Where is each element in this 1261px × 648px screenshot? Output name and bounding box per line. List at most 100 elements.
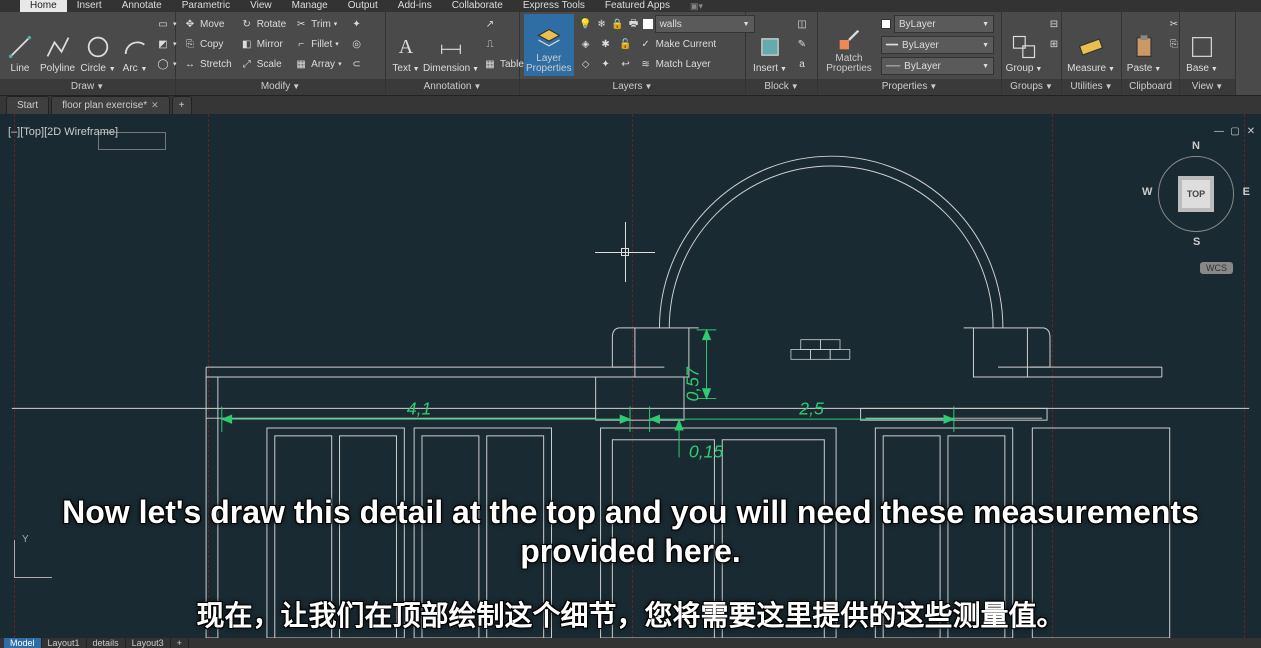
viewcube-south[interactable]: S <box>1193 236 1200 248</box>
layer-btn-1[interactable]: ◈ <box>576 34 596 54</box>
polyline-button[interactable]: Polyline <box>38 14 77 76</box>
array-button[interactable]: ▦Array ▾ <box>291 54 344 74</box>
modify-extra-2[interactable]: ◎ <box>347 34 367 54</box>
layer-plot-icon[interactable]: 🖶 <box>627 17 641 31</box>
wcs-badge[interactable]: WCS <box>1200 262 1233 274</box>
layer-thaw-icon: ✱ <box>599 37 613 51</box>
layer-btn-4[interactable]: ✦ <box>596 54 616 74</box>
group-icon <box>1010 33 1038 61</box>
line-button[interactable]: Line <box>4 14 36 76</box>
panel-draw: Line Polyline Circle ▼ Arc ▼ ▭▾ ◩▾ ◯▾ Dr… <box>0 12 176 95</box>
modify-extra-1[interactable]: ✦ <box>347 14 367 34</box>
rotate-button[interactable]: ↻Rotate <box>237 14 289 34</box>
menu-tab-output[interactable]: Output <box>338 0 388 12</box>
menu-tab-home[interactable]: Home <box>20 0 67 12</box>
cut-icon: ✂ <box>1167 17 1181 31</box>
menu-overflow-icon[interactable]: ▣▾ <box>690 1 703 12</box>
insert-button[interactable]: Insert ▼ <box>750 14 790 76</box>
menu-tab-annotate[interactable]: Annotate <box>112 0 172 12</box>
close-viewport-icon[interactable]: ✕ <box>1245 126 1257 138</box>
minimize-icon[interactable]: — <box>1213 126 1225 138</box>
panel-title-modify[interactable]: Modify▼ <box>176 79 385 95</box>
text-button[interactable]: A Text ▼ <box>390 14 422 76</box>
menu-tab-manage[interactable]: Manage <box>282 0 338 12</box>
block-attr-button[interactable]: a <box>792 54 812 74</box>
current-layer-dropdown[interactable]: walls▼ <box>655 15 755 33</box>
group-button[interactable]: Group ▼ <box>1006 14 1042 76</box>
menu-tab-addins[interactable]: Add-ins <box>388 0 442 12</box>
dimension-icon <box>437 33 465 61</box>
viewcube-west[interactable]: W <box>1142 186 1152 198</box>
modify-extra-3[interactable]: ⊂ <box>347 54 367 74</box>
menu-tab-parametric[interactable]: Parametric <box>172 0 240 12</box>
panel-title-annotation[interactable]: Annotation▼ <box>386 79 519 95</box>
new-tab-button[interactable]: + <box>172 96 192 114</box>
make-current-button[interactable]: ✓Make Current <box>636 34 758 54</box>
scale-button[interactable]: ⤢Scale <box>237 54 289 74</box>
layer-freeze-icon[interactable]: ❄ <box>595 17 609 31</box>
menu-tab-featured-apps[interactable]: Featured Apps <box>595 0 680 12</box>
panel-title-draw[interactable]: Draw▼ <box>0 79 175 95</box>
fillet-button[interactable]: ⌐Fillet ▾ <box>291 34 344 54</box>
viewport-label[interactable]: [–][Top][2D Wireframe] <box>8 126 118 138</box>
panel-title-block[interactable]: Block▼ <box>746 79 817 95</box>
status-tab-details[interactable]: details <box>87 638 126 648</box>
measure-button[interactable]: Measure ▼ <box>1066 14 1116 76</box>
copy-button[interactable]: ⎘Copy <box>180 34 235 54</box>
lineweight-dropdown[interactable]: ━━ByLayer▼ <box>878 35 997 55</box>
layer-btn-5[interactable]: 🔓 <box>616 34 636 54</box>
viewcube[interactable]: TOP N S E W <box>1146 144 1246 244</box>
match-properties-button[interactable]: Match Properties <box>822 14 876 76</box>
base-button[interactable]: Base ▼ <box>1184 14 1220 76</box>
viewcube-north[interactable]: N <box>1192 140 1200 152</box>
status-tab-model[interactable]: Model <box>4 638 42 648</box>
viewcube-east[interactable]: E <box>1243 186 1250 198</box>
offset-icon: ◎ <box>350 37 364 51</box>
menu-tab-insert[interactable]: Insert <box>67 0 112 12</box>
arc-button[interactable]: Arc ▼ <box>119 14 151 76</box>
layer-btn-2[interactable]: ◇ <box>576 54 596 74</box>
menu-tab-view[interactable]: View <box>240 0 282 12</box>
panel-title-clipboard[interactable]: Clipboard <box>1122 79 1179 95</box>
match-layer-button[interactable]: ≋Match Layer <box>636 54 758 74</box>
maximize-icon[interactable]: ▢ <box>1229 126 1241 138</box>
circle-button[interactable]: Circle ▼ <box>79 14 117 76</box>
drawing-canvas[interactable]: [–][Top][2D Wireframe] — ▢ ✕ TOP N S E W… <box>0 114 1261 638</box>
panel-groups: Group ▼ ⊟ ⊞ Groups▼ <box>1002 12 1062 95</box>
polyline-icon <box>44 33 72 61</box>
status-tab-layout3[interactable]: Layout3 <box>126 638 171 648</box>
panel-title-layers[interactable]: Layers▼ <box>520 79 745 95</box>
layer-properties-button[interactable]: Layer Properties <box>524 14 574 76</box>
block-edit-button[interactable]: ✎ <box>792 34 812 54</box>
paste-button[interactable]: Paste ▼ <box>1126 14 1162 76</box>
panel-title-view[interactable]: View▼ <box>1180 79 1235 95</box>
close-icon[interactable]: ✕ <box>151 97 159 114</box>
ellipse-icon: ◯ <box>156 57 170 71</box>
menu-tab-express-tools[interactable]: Express Tools <box>513 0 595 12</box>
layer-btn-3[interactable]: ✱ <box>596 34 616 54</box>
group-edit-button[interactable]: ⊞ <box>1044 34 1064 54</box>
status-tab-layout1[interactable]: Layout1 <box>42 638 87 648</box>
stretch-button[interactable]: ↔Stretch <box>180 54 235 74</box>
menu-tab-collaborate[interactable]: Collaborate <box>442 0 513 12</box>
layer-color-icon[interactable] <box>643 19 653 29</box>
ungroup-button[interactable]: ⊟ <box>1044 14 1064 34</box>
doc-tab-start[interactable]: Start <box>6 96 49 114</box>
linetype-dropdown[interactable]: ──ByLayer▼ <box>878 56 997 76</box>
mirror-button[interactable]: ◧Mirror <box>237 34 289 54</box>
layer-btn-6[interactable]: ↩ <box>616 54 636 74</box>
panel-title-properties[interactable]: Properties▼ <box>818 79 1001 95</box>
ucs-icon[interactable]: Y <box>14 538 54 578</box>
panel-title-utilities[interactable]: Utilities▼ <box>1062 79 1121 95</box>
doc-tab-floorplan[interactable]: floor plan exercise*✕ <box>51 96 170 114</box>
layer-lock-icon[interactable]: 🔒 <box>611 17 625 31</box>
move-button[interactable]: ✥Move <box>180 14 235 34</box>
panel-title-groups[interactable]: Groups▼ <box>1002 79 1061 95</box>
layer-bulb-icon[interactable]: 💡 <box>579 17 593 31</box>
dimension-button[interactable]: Dimension ▼ <box>424 14 478 76</box>
color-dropdown[interactable]: ByLayer▼ <box>878 14 997 34</box>
trim-button[interactable]: ✂Trim ▾ <box>291 14 344 34</box>
block-create-button[interactable]: ◫ <box>792 14 812 34</box>
viewcube-face-top[interactable]: TOP <box>1178 176 1214 212</box>
status-tab-add[interactable]: + <box>171 638 189 648</box>
